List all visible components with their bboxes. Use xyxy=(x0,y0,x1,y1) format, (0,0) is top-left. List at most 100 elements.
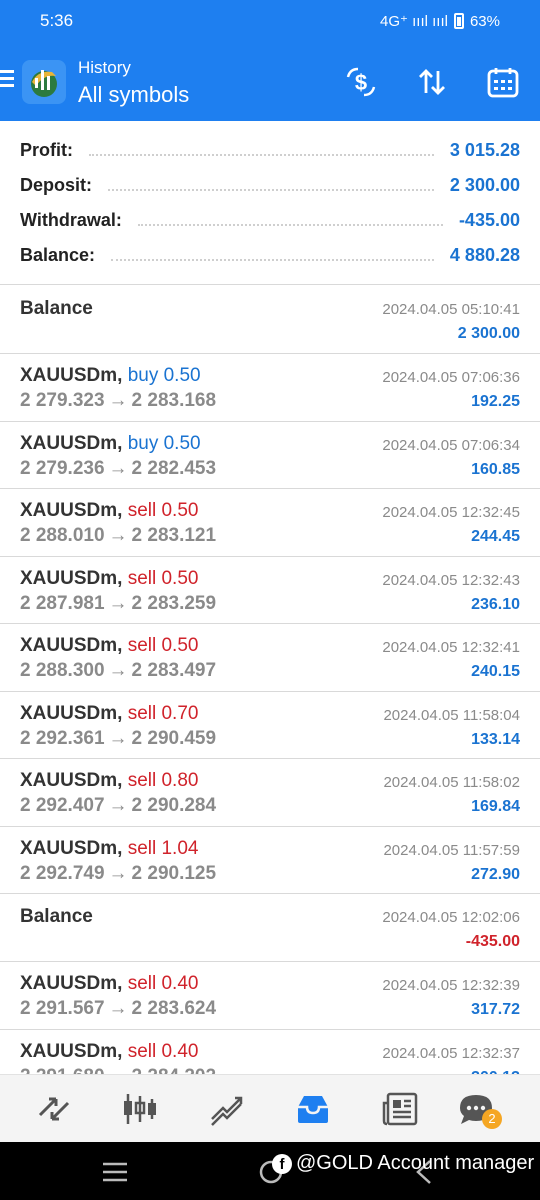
deal-direction: sell xyxy=(127,567,157,589)
battery-icon xyxy=(453,13,464,29)
arrow-right-icon: → xyxy=(108,457,128,479)
operation-amount: 2 300.00 xyxy=(457,325,520,342)
close-price: 2 290.284 xyxy=(131,795,217,816)
close-price: 2 283.259 xyxy=(131,592,217,614)
open-price: 2 291.567 xyxy=(20,998,105,1019)
arrow-right-icon: → xyxy=(108,592,128,614)
summary-deposit-row: Deposit: 2 300.00 xyxy=(20,168,520,203)
news-icon[interactable] xyxy=(380,1089,420,1129)
symbol-name: XAUUSDm, xyxy=(20,635,123,656)
metatrader-logo-icon xyxy=(31,70,57,97)
deal-direction: sell xyxy=(127,770,157,791)
deal-volume: 0.40 xyxy=(161,1040,199,1062)
deal-prices: 2 279.323 → 2 283.168 xyxy=(20,390,216,412)
deal-symbol: XAUUSDm, buy 0.50 xyxy=(20,433,201,455)
status-time: 5:36 xyxy=(40,11,74,30)
deal-volume: 0.70 xyxy=(161,702,199,724)
dotted-leader xyxy=(111,258,434,261)
deposit-label: Deposit: xyxy=(20,175,92,195)
close-price: 2 284.202 xyxy=(132,1066,217,1075)
deal-direction: sell xyxy=(127,500,157,521)
symbol-name: XAUUSDm, xyxy=(20,770,123,791)
calendar-icon[interactable] xyxy=(485,64,521,100)
deal-volume: 0.50 xyxy=(163,365,201,386)
deal-row[interactable]: XAUUSDm, sell 0.50 2 287.981 → 2 283.259 202… xyxy=(0,557,540,624)
deal-row[interactable]: XAUUSDm, sell 0.50 2 288.010 → 2 283.121 202… xyxy=(0,489,540,557)
chat-icon[interactable]: 2 xyxy=(456,1089,502,1129)
history-summary: Profit: 3 015.28 Deposit: 2 300.00 Withd… xyxy=(0,121,540,285)
quotes-icon[interactable] xyxy=(34,1089,74,1129)
summary-profit-row: Profit: 3 015.28 xyxy=(20,133,520,168)
deal-time: 2024.04.05 12:32:37 xyxy=(382,1044,520,1062)
arrow-right-icon: → xyxy=(108,795,128,816)
chat-badge: 2 xyxy=(482,1109,502,1129)
arrow-right-icon: → xyxy=(108,727,128,749)
deal-time: 2024.04.05 11:57:59 xyxy=(383,841,520,859)
history-icon[interactable] xyxy=(293,1089,333,1129)
close-price: 2 283.121 xyxy=(131,525,217,546)
history-list[interactable]: Balance 2024.04.05 05:10:41 2 300.00 XAUUSD… xyxy=(0,286,540,1074)
watermark-text: @GOLD Account manager xyxy=(296,1152,535,1174)
deal-row[interactable]: XAUUSDm, sell 0.80 2 292.407 → 2 290.284 202… xyxy=(0,759,540,827)
open-price: 2 292.407 xyxy=(20,795,105,816)
balance-label: Balance: xyxy=(20,245,96,265)
deposit-withdraw-icon[interactable]: $ xyxy=(343,64,379,100)
deal-symbol: XAUUSDm, sell 0.40 xyxy=(20,973,198,995)
deal-row[interactable]: XAUUSDm, sell 0.40 2 291.567 → 2 283.624 202… xyxy=(0,962,540,1030)
deposit-value: 2 300.00 xyxy=(449,175,520,195)
balance-row[interactable]: Balance 2024.04.05 12:02:06 -435.00 xyxy=(0,894,540,962)
recent-apps-button[interactable] xyxy=(102,1162,128,1187)
deal-direction: buy xyxy=(127,365,159,386)
summary-withdrawal-row: Withdrawal: -435.00 xyxy=(20,203,520,238)
open-price: 2 287.981 xyxy=(20,592,105,614)
deal-prices: 2 292.407 → 2 290.284 xyxy=(20,795,216,817)
deal-symbol: XAUUSDm, sell 0.40 xyxy=(20,1041,198,1063)
deal-time: 2024.04.05 12:32:41 xyxy=(382,639,520,656)
system-navigation-bar: f @GOLD Account manager xyxy=(0,1142,540,1200)
balance-row[interactable]: Balance 2024.04.05 05:10:41 2 300.00 xyxy=(0,286,540,354)
dotted-leader xyxy=(89,153,434,156)
symbol-name: XAUUSDm, xyxy=(20,567,123,589)
symbol-name: XAUUSDm, xyxy=(20,973,123,994)
deal-row[interactable]: XAUUSDm, sell 0.40 2 291.680 → 2 284.202 202… xyxy=(0,1030,540,1075)
deal-prices: 2 288.010 → 2 283.121 xyxy=(20,525,216,547)
close-price: 2 290.459 xyxy=(131,727,217,749)
deal-time: 2024.04.05 12:32:39 xyxy=(382,977,520,994)
chart-icon[interactable] xyxy=(120,1089,160,1129)
deal-row[interactable]: XAUUSDm, sell 0.70 2 292.361 → 2 290.459 202… xyxy=(0,692,540,759)
open-price: 2 288.300 xyxy=(20,660,105,681)
open-price: 2 291.680 xyxy=(20,1066,105,1075)
open-price: 2 279.323 xyxy=(20,390,105,411)
deal-symbol: XAUUSDm, buy 0.50 xyxy=(20,365,201,387)
dotted-leader xyxy=(137,223,443,226)
close-price: 2 290.125 xyxy=(131,862,217,884)
arrow-right-icon: → xyxy=(108,862,128,884)
operation-time: 2024.04.05 12:02:06 xyxy=(382,909,520,926)
deal-row[interactable]: XAUUSDm, buy 0.50 2 279.236 → 2 282.453 2024… xyxy=(0,422,540,489)
deal-row[interactable]: XAUUSDm, buy 0.50 2 279.323 → 2 283.168 2024… xyxy=(0,354,540,422)
svg-text:$: $ xyxy=(355,70,367,95)
deal-profit: 160.85 xyxy=(471,460,520,478)
arrow-right-icon: → xyxy=(109,1066,128,1075)
deal-volume: 1.04 xyxy=(161,837,199,859)
deal-time: 2024.04.05 07:06:36 xyxy=(382,369,520,386)
deal-symbol: XAUUSDm, sell 0.50 xyxy=(20,500,198,522)
status-icons: 4G⁺ ıııl ıııl 63% xyxy=(380,12,500,31)
balance-title: Balance xyxy=(20,906,93,927)
balance-value: 4 880.28 xyxy=(449,245,520,265)
deal-row[interactable]: XAUUSDm, sell 0.50 2 288.300 → 2 283.497 202… xyxy=(0,624,540,692)
withdrawal-value: -435.00 xyxy=(458,210,520,230)
header-subtitle: History xyxy=(78,58,131,77)
deal-row[interactable]: XAUUSDm, sell 1.04 2 292.749 → 2 290.125 202… xyxy=(0,827,540,894)
arrow-right-icon: → xyxy=(108,660,128,681)
sort-icon[interactable] xyxy=(414,64,450,100)
deal-prices: 2 291.680 → 2 284.202 xyxy=(20,1066,216,1075)
deal-time: 2024.04.05 07:06:34 xyxy=(382,436,520,454)
summary-balance-row: Balance: 4 880.28 xyxy=(20,238,520,273)
menu-icon[interactable] xyxy=(0,70,14,88)
facebook-icon: f xyxy=(272,1153,292,1174)
header-title[interactable]: All symbols xyxy=(78,82,189,108)
trade-icon[interactable] xyxy=(207,1089,247,1129)
app-logo[interactable] xyxy=(22,60,66,104)
open-price: 2 279.236 xyxy=(20,457,105,479)
